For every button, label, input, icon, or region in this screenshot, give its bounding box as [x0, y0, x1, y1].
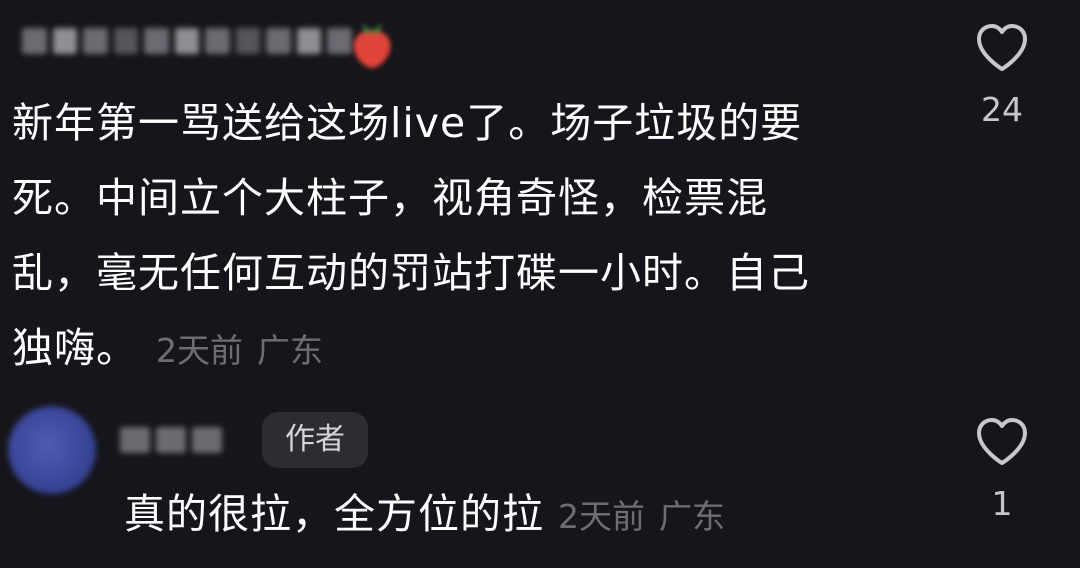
author-badge: 作者 — [262, 412, 368, 468]
reply-username-blurred[interactable] — [120, 420, 240, 460]
reply-like-button[interactable]: 1 — [967, 416, 1037, 523]
comment-time: 2天前 — [156, 331, 243, 370]
reply-meta: 2天前 广东 — [558, 497, 725, 536]
avatar[interactable] — [8, 406, 96, 494]
comment-line-4: 独嗨。 — [12, 324, 138, 372]
comment-text: 新年第一骂送给这场live了。场子垃圾的要 死。中间立个大柱子，视角奇怪，检票混乱… — [12, 86, 932, 388]
heart-outline-icon[interactable] — [974, 22, 1030, 74]
reply-content: 真的很拉，全方位的拉 — [124, 490, 544, 538]
reply-location: 广东 — [659, 497, 725, 536]
comment-line-1: 新年第一骂送给这场live了。场子垃圾的要 — [12, 99, 803, 147]
comment-like-button[interactable]: 24 — [967, 22, 1037, 129]
strawberry-icon — [353, 24, 391, 68]
like-count: 24 — [981, 90, 1023, 129]
like-count: 1 — [991, 484, 1013, 523]
reply-time: 2天前 — [558, 497, 645, 536]
heart-outline-icon[interactable] — [974, 416, 1030, 468]
comment-line-2: 死。中间立个大柱子，视角奇怪，检票混 — [12, 174, 768, 222]
reply-text: 真的很拉，全方位的拉 2天前 广东 — [124, 484, 725, 547]
comment-location: 广东 — [257, 331, 323, 370]
comment-line-3: 乱，毫无任何互动的罚站打碟一小时。自己 — [12, 249, 810, 297]
comment-meta: 2天前 广东 — [156, 331, 323, 370]
comment-item[interactable]: 新年第一骂送给这场live了。场子垃圾的要 死。中间立个大柱子，视角奇怪，检票混乱… — [0, 0, 1080, 380]
commenter-username-blurred[interactable] — [22, 18, 353, 64]
